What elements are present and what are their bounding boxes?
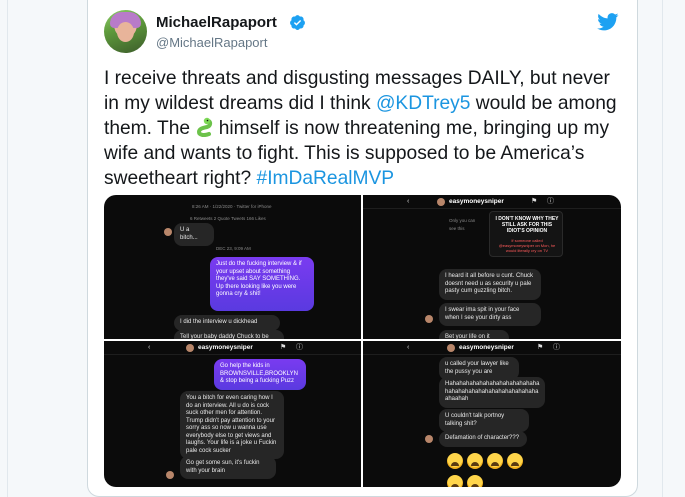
dm-date: DEC 23, 9:09 AM bbox=[216, 246, 251, 251]
story-caption: I DON'T KNOW WHY THEY STILL ASK FOR THIS… bbox=[495, 216, 559, 234]
dm-message: Go get some sun, it's fuckin with your b… bbox=[180, 456, 276, 479]
avatar[interactable] bbox=[104, 10, 147, 53]
dm-avatar bbox=[425, 315, 433, 323]
crying-laughing-emoji-icon bbox=[447, 453, 463, 469]
dm-message: You a bitch for even caring how I do an … bbox=[180, 391, 284, 459]
screenshot-tile-1[interactable]: 8:26 AM · 1/22/2020 · Twitter for iPhone… bbox=[104, 195, 361, 339]
dm-message: U a bitch... bbox=[174, 223, 214, 246]
screenshot-tile-2[interactable]: ‹ easymoneysniper ⚑ ⓘ Only you can see t… bbox=[363, 195, 621, 339]
tweet-stats: 6 Retweets 2 Quote Tweets 166 Likes bbox=[190, 216, 266, 221]
dm-message: Hahahahahahahahahahahahahaha hahahahahah… bbox=[439, 377, 545, 408]
dm-message-outgoing: Go help the kids in BROWNSVILLE,BROOKLYN… bbox=[214, 359, 306, 390]
info-icon: ⓘ bbox=[547, 198, 554, 205]
flag-icon: ⚑ bbox=[280, 344, 287, 351]
dm-avatar bbox=[447, 344, 455, 352]
shared-story: I DON'T KNOW WHY THEY STILL ASK FOR THIS… bbox=[489, 211, 563, 257]
crying-laughing-emoji-icon bbox=[467, 475, 483, 487]
story-caption-2: If someone called @easymoneysniper on Mo… bbox=[498, 238, 556, 253]
tweet-text: I receive threats and disgusting message… bbox=[104, 66, 629, 191]
flag-icon: ⚑ bbox=[537, 344, 544, 351]
dm-avatar bbox=[437, 198, 445, 206]
back-icon: ‹ bbox=[407, 344, 410, 351]
crying-laughing-emoji-icon bbox=[487, 453, 503, 469]
tweet-card[interactable]: MichaelRapaport @MichaelRapaport I recei… bbox=[87, 0, 638, 497]
screenshot-tile-4[interactable]: ‹ easymoneysniper ⚑ ⓘ u called your lawy… bbox=[363, 341, 621, 487]
dm-avatar bbox=[166, 471, 174, 479]
dm-username: easymoneysniper bbox=[459, 344, 514, 351]
dm-avatar bbox=[425, 435, 433, 443]
flag-icon: ⚑ bbox=[531, 198, 538, 205]
dm-username: easymoneysniper bbox=[449, 198, 504, 205]
crying-laughing-emoji-icon bbox=[467, 453, 483, 469]
mention-link[interactable]: @KDTrey5 bbox=[376, 93, 470, 114]
back-icon: ‹ bbox=[407, 198, 410, 205]
dm-header: ‹ easymoneysniper ⚑ ⓘ bbox=[104, 341, 361, 355]
avatar-face bbox=[117, 22, 134, 42]
dm-username: easymoneysniper bbox=[198, 344, 253, 351]
author-name[interactable]: MichaelRapaport bbox=[156, 14, 277, 31]
dm-avatar bbox=[164, 228, 172, 236]
dm-message: I swear ima spit in your face when I see… bbox=[439, 303, 541, 326]
back-icon: ‹ bbox=[148, 344, 151, 351]
dm-message: Bet your life on it bbox=[439, 330, 509, 339]
dm-message: Defamation of character??? bbox=[439, 431, 527, 447]
hashtag-link[interactable]: #ImDaRealMVP bbox=[257, 168, 395, 189]
crying-laughing-emoji-icon bbox=[507, 453, 523, 469]
media-grid[interactable]: 8:26 AM · 1/22/2020 · Twitter for iPhone… bbox=[104, 195, 621, 487]
column-divider-left bbox=[7, 0, 8, 497]
info-icon: ⓘ bbox=[296, 344, 303, 351]
story-label: Only you can see this bbox=[449, 218, 476, 231]
dm-message: U couldn't talk portnoy talking shit? bbox=[439, 409, 529, 432]
twitter-bird-icon[interactable] bbox=[597, 13, 619, 31]
author-handle[interactable]: @MichaelRapaport bbox=[156, 35, 267, 50]
tweet-meta-line: 8:26 AM · 1/22/2020 · Twitter for iPhone bbox=[192, 204, 272, 209]
dm-message-outgoing: Just do the fucking interview & if your … bbox=[210, 257, 314, 311]
dm-message: Tell your baby daddy Chuck to be bbox=[174, 330, 284, 339]
info-icon: ⓘ bbox=[553, 344, 560, 351]
dm-header: ‹ easymoneysniper ⚑ ⓘ bbox=[363, 195, 621, 209]
screenshot-tile-3[interactable]: ‹ easymoneysniper ⚑ ⓘ Go help the kids i… bbox=[104, 341, 361, 487]
dm-avatar bbox=[186, 344, 194, 352]
dm-message: I did the interview u dickhead bbox=[174, 315, 280, 331]
timeline-background: MichaelRapaport @MichaelRapaport I recei… bbox=[0, 0, 685, 497]
column-divider-right bbox=[662, 0, 663, 497]
verified-badge-icon bbox=[290, 15, 305, 30]
dm-message: I heard it all before u cunt. Chuck does… bbox=[439, 269, 541, 300]
snake-emoji-icon bbox=[197, 117, 213, 137]
crying-laughing-emoji-icon bbox=[447, 475, 463, 487]
dm-header: ‹ easymoneysniper ⚑ ⓘ bbox=[363, 341, 621, 355]
